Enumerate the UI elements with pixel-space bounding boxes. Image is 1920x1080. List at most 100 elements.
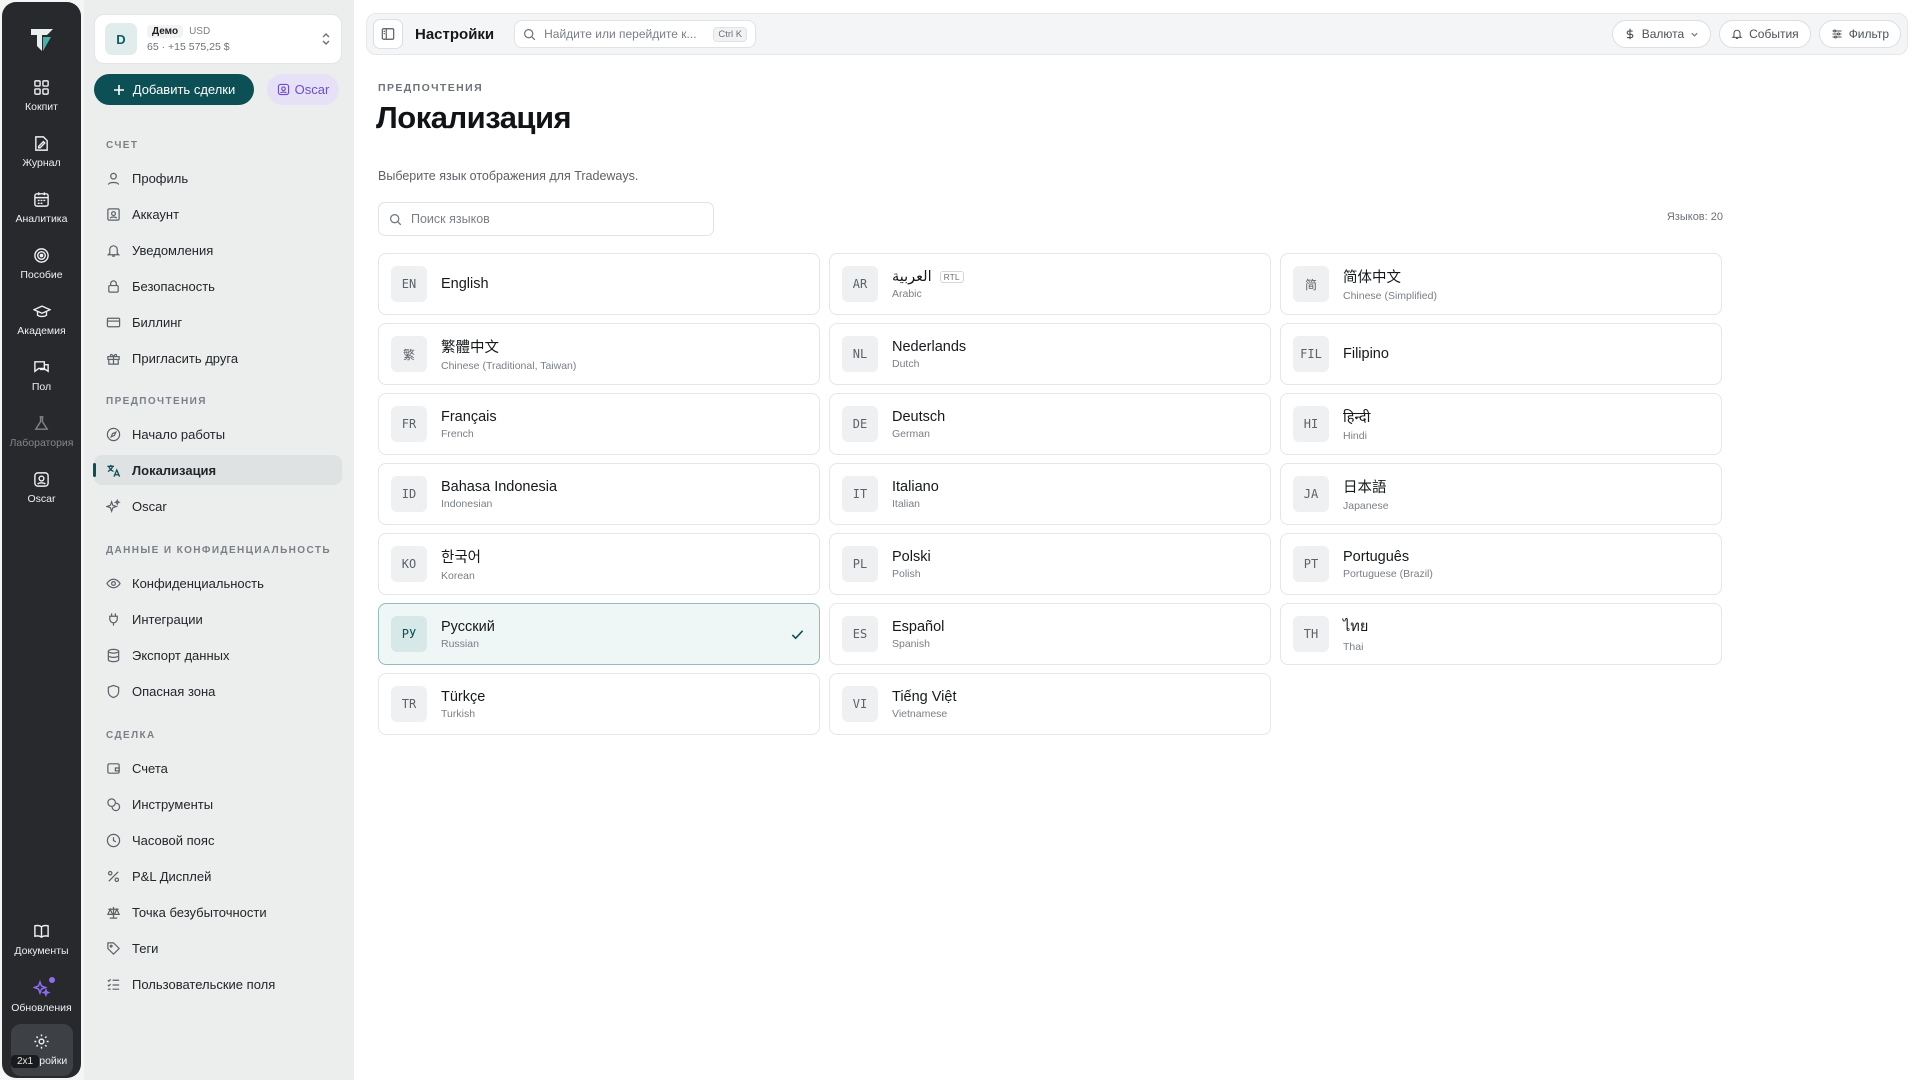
rail-item-oscar[interactable]: Oscar	[8, 460, 76, 516]
language-code: FIL	[1293, 336, 1329, 372]
page-description: Выберите язык отображения для Tradeways.	[378, 169, 639, 183]
language-card-english[interactable]: EN English	[378, 253, 820, 315]
language-card-vietnamese[interactable]: VI Tiếng Việt Vietnamese	[829, 673, 1271, 735]
shortcut-hint: Ctrl K	[713, 26, 748, 42]
sidebar-item-instruments[interactable]: Инструменты	[94, 789, 342, 819]
rail-item-floor[interactable]: Пол	[8, 348, 76, 404]
sidebar-item-data-export[interactable]: Экспорт данных	[94, 640, 342, 670]
rail-item-lab[interactable]: Лаборатория	[8, 404, 76, 460]
sidebar-item-oscar[interactable]: Oscar	[94, 491, 342, 521]
sidebar-item-getting-started[interactable]: Начало работы	[94, 419, 342, 449]
language-card-french[interactable]: FR Français French	[378, 393, 820, 455]
language-name: Türkçe	[441, 688, 486, 705]
language-name: Français	[441, 408, 497, 425]
sidebar-item-accounts[interactable]: Счета	[94, 753, 342, 783]
sidebar-item-invite[interactable]: Пригласить друга	[94, 343, 342, 373]
filter-icon	[1832, 29, 1842, 39]
sidebar-item-notifications[interactable]: Уведомления	[94, 235, 342, 265]
sparkles-icon	[106, 498, 121, 514]
rail-item-updates[interactable]: Обновления	[8, 968, 76, 1024]
language-count: Языков: 20	[1666, 211, 1723, 223]
language-card-korean[interactable]: KO 한국어 Korean	[378, 533, 820, 595]
language-english-name: Polish	[892, 567, 921, 580]
sidebar-item-danger-zone[interactable]: Опасная зона	[94, 676, 342, 706]
sidebar-item-timezone[interactable]: Часовой пояс	[94, 825, 342, 855]
language-search-input[interactable]	[411, 212, 703, 226]
sidebar-item-tags[interactable]: Теги	[94, 933, 342, 963]
events-button[interactable]: События	[1719, 20, 1811, 48]
language-card-hindi[interactable]: HI हिन्दी Hindi	[1280, 393, 1722, 455]
sidebar-item-integrations[interactable]: Интеграции	[94, 604, 342, 634]
rail-item-journal[interactable]: Журнал	[8, 124, 76, 180]
language-card-filipino[interactable]: FIL Filipino	[1280, 323, 1722, 385]
language-card-japanese[interactable]: JA 日本語 Japanese	[1280, 463, 1722, 525]
language-card-russian[interactable]: РУ Русский Russian	[378, 603, 820, 665]
check-icon	[791, 630, 804, 640]
plug-icon	[106, 612, 121, 627]
language-card-turkish[interactable]: TR Türkçe Turkish	[378, 673, 820, 735]
sidebar-item-custom-fields[interactable]: Пользовательские поля	[94, 969, 342, 999]
app-logo-icon[interactable]	[22, 20, 62, 60]
gift-icon	[106, 351, 121, 366]
rail-item-cockpit[interactable]: Кокпит	[8, 68, 76, 124]
filter-button[interactable]: Фильтр	[1818, 20, 1901, 48]
language-code: PT	[1293, 546, 1329, 582]
sidebar-item-account[interactable]: Аккаунт	[94, 199, 342, 229]
rail-label: Журнал	[22, 157, 61, 169]
language-card-italian[interactable]: IT Italiano Italian	[829, 463, 1271, 525]
sidebar-item-profile[interactable]: Профиль	[94, 163, 342, 193]
language-card-thai[interactable]: TH ไทย Thai	[1280, 603, 1722, 665]
language-english-name: Indonesian	[441, 497, 493, 510]
language-name: 한국어	[441, 550, 482, 566]
global-search[interactable]: Найдите или перейдите к... Ctrl K	[514, 20, 757, 48]
plus-icon	[113, 84, 124, 95]
sidebar-item-billing[interactable]: Биллинг	[94, 307, 342, 337]
sidebar-toggle-button[interactable]	[373, 19, 403, 49]
page-title-topbar: Настройки	[415, 25, 495, 43]
analytics-icon	[34, 192, 49, 207]
sidebar-item-label: P&L Дисплей	[132, 868, 212, 884]
sidebar-item-label: Безопасность	[132, 278, 215, 294]
rail-item-docs[interactable]: Документы	[8, 912, 76, 968]
language-card-indonesian[interactable]: ID Bahasa Indonesia Indonesian	[378, 463, 820, 525]
oscar-button[interactable]: Oscar	[267, 74, 339, 105]
language-card-spanish[interactable]: ES Español Spanish	[829, 603, 1271, 665]
currency-dropdown[interactable]: Валюта	[1611, 20, 1712, 48]
dashboard-icon	[34, 80, 49, 95]
rail-item-settings[interactable]: Настройки	[10, 1024, 73, 1076]
settings-sidebar: D Демо USD 65 · +15 575,25 $ Добавить сд…	[84, 0, 354, 1080]
language-card-polish[interactable]: PL Polski Polish	[829, 533, 1271, 595]
sidebar-item-localization[interactable]: Локализация	[93, 455, 342, 485]
sidebar-item-security[interactable]: Безопасность	[94, 271, 342, 301]
coins-icon	[106, 797, 121, 812]
chevron-down-icon	[1691, 32, 1698, 37]
oscar-label: Oscar	[294, 82, 330, 97]
language-code: ID	[391, 476, 427, 512]
sidebar-item-privacy[interactable]: Конфиденциальность	[94, 568, 342, 598]
language-card-german[interactable]: DE Deutsch German	[829, 393, 1271, 455]
section-title-data-privacy: ДАННЫЕ И КОНФИДЕНЦИАЛЬНОСТЬ	[106, 545, 331, 556]
rail-item-academy[interactable]: Академия	[8, 292, 76, 348]
language-card-arabic[interactable]: AR العربية RTL Arabic	[829, 253, 1271, 315]
language-grid: EN English AR العربية RTL Arabic 简简体中文 Chinese …	[378, 253, 1723, 735]
sidebar-item-breakeven[interactable]: Точка безубыточности	[94, 897, 342, 927]
account-switcher[interactable]: D Демо USD 65 · +15 575,25 $	[94, 14, 342, 64]
language-name: Polski	[892, 548, 931, 565]
user-icon	[106, 171, 121, 186]
rail-item-analytics[interactable]: Аналитика	[8, 180, 76, 236]
wallet-icon	[106, 761, 121, 776]
language-card-portuguese-brazil[interactable]: PT Português Portuguese (Brazil)	[1280, 533, 1722, 595]
sidebar-item-label: Точка безубыточности	[132, 904, 267, 920]
language-code: ES	[842, 616, 878, 652]
language-code: JA	[1293, 476, 1329, 512]
sidebar-item-pnl-display[interactable]: P&L Дисплей	[94, 861, 342, 891]
rail-label: Обновления	[11, 1001, 72, 1014]
language-card-chinese-traditional-taiwan[interactable]: 繁繁體中文 Chinese (Traditional, Taiwan)	[378, 323, 820, 385]
panel-left-icon	[381, 28, 395, 40]
language-card-dutch[interactable]: NL Nederlands Dutch	[829, 323, 1271, 385]
language-card-chinese-simplified[interactable]: 简简体中文 Chinese (Simplified)	[1280, 253, 1722, 315]
add-trades-button[interactable]: Добавить сделки	[94, 74, 254, 105]
language-code: TR	[391, 686, 427, 722]
rail-item-guide[interactable]: Пособие	[8, 236, 76, 292]
filter-label: Фильтр	[1848, 27, 1889, 41]
